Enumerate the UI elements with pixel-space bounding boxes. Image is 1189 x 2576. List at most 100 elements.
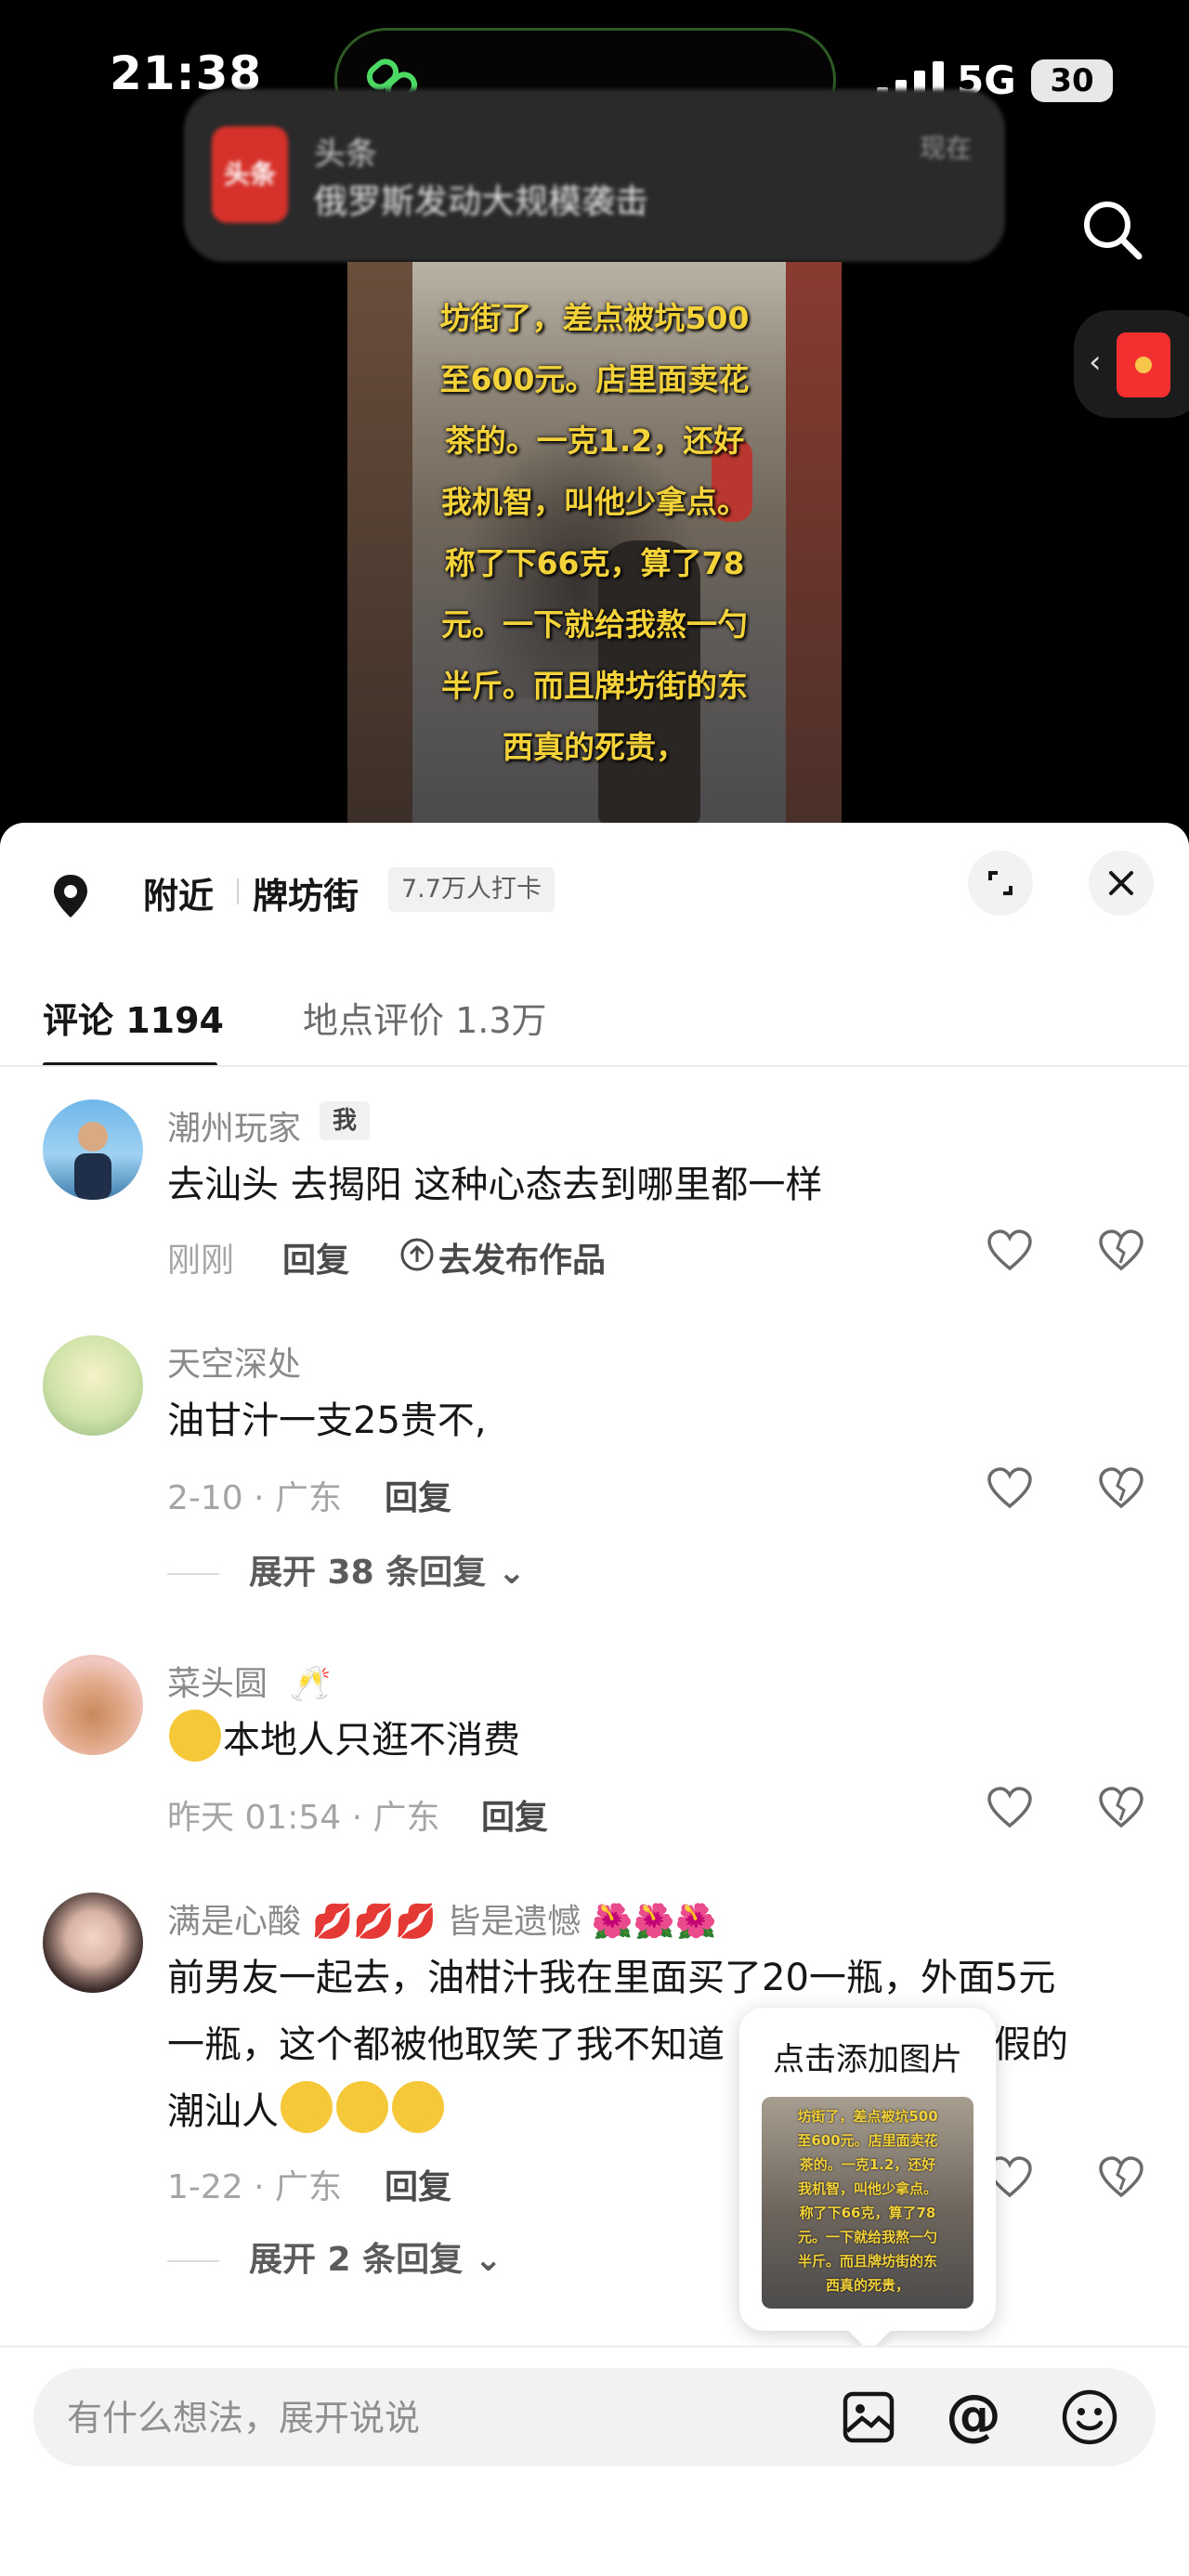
shock-emoji-icon xyxy=(169,1710,221,1762)
location-pin-icon xyxy=(54,875,87,917)
comment-username[interactable]: 天空深处 xyxy=(167,1337,301,1386)
heart-icon[interactable] xyxy=(985,1226,1035,1276)
caption-line: 茶的。一克1.2，还好 xyxy=(444,423,745,459)
tab-comments[interactable]: 评论 1194 xyxy=(43,992,224,1043)
thumbnail-caption-line: 坊街了，差点被坑500 xyxy=(797,2108,938,2125)
cheers-emoji: 🥂 xyxy=(289,1665,332,1703)
red-envelope-icon xyxy=(1117,332,1170,397)
add-image-popup[interactable]: 点击添加图片 坊街了，差点被坑500 至600元。店里面卖花 茶的。一克1.2，… xyxy=(739,2008,996,2331)
expand-button[interactable] xyxy=(968,851,1033,916)
close-button[interactable] xyxy=(1089,851,1154,916)
comment-time: 刚刚 xyxy=(167,1242,235,1280)
close-icon xyxy=(1109,871,1133,895)
avatar[interactable] xyxy=(43,1655,143,1755)
thumbnail-caption-line: 西真的死贵， xyxy=(825,2277,909,2294)
search-icon[interactable] xyxy=(1076,193,1150,267)
broken-heart-icon[interactable] xyxy=(1096,2153,1146,2203)
chevron-left-icon: ‹ xyxy=(1089,344,1102,381)
nearby-label[interactable]: 附近 xyxy=(143,867,214,918)
comment-text-line-c: 潮汕人 xyxy=(167,2090,279,2133)
comment-text[interactable]: 本地人只逛不消费 xyxy=(167,1707,1143,1774)
me-badge: 我 xyxy=(320,1101,370,1140)
divider xyxy=(0,1065,1189,1067)
notification-time: 现在 xyxy=(919,133,972,163)
caption-line: 我机智，叫他少拿点。 xyxy=(441,484,748,520)
chevron-down-icon: ⌄ xyxy=(486,1554,526,1592)
image-icon[interactable] xyxy=(840,2388,897,2446)
comment-text[interactable]: 油甘汁一支25贵不, xyxy=(167,1387,1143,1454)
notification-body: 俄罗斯发动大规模袭击 xyxy=(314,183,649,221)
checkin-badge: 7.7万人打卡 xyxy=(388,867,555,912)
comment-text-line: 前男友一起去，油柑汁我在里面买了20一瓶，外面5元 xyxy=(167,1957,1056,1999)
upload-icon[interactable] xyxy=(399,1237,435,1272)
caption-line: 西真的死贵， xyxy=(503,729,686,765)
crying-laugh-emoji-icon xyxy=(336,2081,388,2133)
comment-time-location: 昨天 01:54 · 广东 xyxy=(167,1799,440,1837)
avatar[interactable] xyxy=(43,1099,143,1200)
location-name[interactable]: 牌坊街 xyxy=(253,867,359,918)
avatar-image xyxy=(74,1122,111,1200)
divider xyxy=(167,1573,219,1575)
reply-button[interactable]: 回复 xyxy=(385,1471,451,1519)
chevron-down-icon: ⌄ xyxy=(463,2241,503,2279)
battery-icon: 30 xyxy=(1031,59,1113,102)
reply-button[interactable]: 回复 xyxy=(481,1790,548,1839)
thumbnail-caption-line: 半斤。而且牌坊街的东 xyxy=(797,2253,937,2270)
comment-input-area: @ xyxy=(0,2346,1189,2576)
comment-input[interactable] xyxy=(65,2368,812,2468)
notification-banner[interactable]: 头条 头条 俄罗斯发动大规模袭击 现在 xyxy=(184,89,1005,262)
image-thumbnail[interactable]: 坊街了，差点被坑500 至600元。店里面卖花 茶的。一克1.2，还好 我机智，… xyxy=(762,2097,973,2309)
comment-text-content: 本地人只逛不消费 xyxy=(223,1719,520,1762)
reply-button[interactable]: 回复 xyxy=(385,2160,451,2208)
caption-line: 坊街了，差点被坑500 xyxy=(439,300,750,336)
thumbnail-caption-line: 元。一下就给我熬一勺 xyxy=(797,2229,937,2245)
broken-heart-icon[interactable] xyxy=(1096,1226,1146,1276)
expand-icon xyxy=(988,871,1013,895)
comment-text-line: 一瓶，这个都被他取笑了我不知道我是假的 xyxy=(167,2011,1143,2078)
comment-text[interactable]: 去汕头 去揭阳 这种心态去到哪里都一样 xyxy=(167,1151,1143,1218)
heart-icon[interactable] xyxy=(985,1783,1035,1833)
mention-button[interactable]: @ xyxy=(946,2383,1001,2448)
thumbnail-caption: 坊街了，差点被坑500 至600元。店里面卖花 茶的。一克1.2，还好 我机智，… xyxy=(762,2104,973,2297)
broken-heart-icon[interactable] xyxy=(1096,1464,1146,1514)
app-logo: 头条 xyxy=(212,126,288,223)
comment-sheet: 附近 牌坊街 7.7万人打卡 评论 1194 地点评价 1.3万 潮州玩家 我 … xyxy=(0,823,1189,2576)
comment-username[interactable]: 潮州玩家 xyxy=(167,1101,301,1150)
comment-text[interactable]: 前男友一起去，油柑汁我在里面买了20一瓶，外面5元 一瓶，这个都被他取笑了我不知… xyxy=(167,1945,1143,2145)
expand-replies-label: 展开 2 条回复 xyxy=(249,2241,464,2279)
caption-line: 元。一下就给我熬一勺 xyxy=(441,606,748,643)
thumbnail-caption-line: 称了下66克，算了78 xyxy=(799,2205,936,2221)
crying-laugh-emoji-icon xyxy=(281,2081,333,2133)
caption-line: 半斤。而且牌坊街的东 xyxy=(441,668,748,704)
expand-replies-label: 展开 38 条回复 xyxy=(249,1554,487,1592)
comment-username[interactable]: 菜头圆 🥂 xyxy=(167,1657,331,1705)
expand-replies-button[interactable]: 展开 2 条回复 ⌄ xyxy=(167,2232,503,2281)
emoji-icon[interactable] xyxy=(1059,2387,1120,2448)
comment-text-line-a: 一瓶，这个都被他取笑了我不知道 xyxy=(167,2023,725,2066)
crying-laugh-emoji-icon xyxy=(392,2081,444,2133)
comment-username-text: 菜头圆 xyxy=(167,1665,268,1703)
caption-line: 称了下66克，算了78 xyxy=(444,545,745,581)
expand-replies-button[interactable]: 展开 38 条回复 ⌄ xyxy=(167,1545,526,1594)
avatar[interactable] xyxy=(43,1335,143,1436)
divider xyxy=(167,2260,219,2262)
broken-heart-icon[interactable] xyxy=(1096,1783,1146,1833)
comment-username[interactable]: 满是心酸 💋💋💋 皆是遗憾 🌺🌺🌺 xyxy=(167,1894,716,1943)
caption-line: 至600元。店里面卖花 xyxy=(439,361,750,397)
publish-post-link[interactable]: 去发布作品 xyxy=(438,1233,606,1281)
video-caption: 坊街了，差点被坑500 至600元。店里面卖花 茶的。一克1.2，还好 我机智，… xyxy=(347,288,842,778)
add-image-label: 点击添加图片 xyxy=(773,2041,962,2078)
red-packet-button[interactable]: ‹ xyxy=(1074,310,1189,418)
heart-icon[interactable] xyxy=(985,1464,1035,1514)
thumbnail-caption-line: 我机智，叫他少拿点。 xyxy=(797,2180,937,2197)
thumbnail-caption-line: 茶的。一克1.2，还好 xyxy=(799,2156,936,2173)
comment-time-location: 2-10 · 广东 xyxy=(167,1479,343,1517)
avatar[interactable] xyxy=(43,1893,143,1993)
video-preview[interactable]: 坊街了，差点被坑500 至600元。店里面卖花 茶的。一克1.2，还好 我机智，… xyxy=(347,262,842,825)
notification-app-name: 头条 xyxy=(314,136,377,173)
tab-place-reviews[interactable]: 地点评价 1.3万 xyxy=(303,992,547,1043)
thumbnail-caption-line: 至600元。店里面卖花 xyxy=(797,2132,938,2149)
separator xyxy=(237,878,239,904)
reply-button[interactable]: 回复 xyxy=(282,1233,349,1281)
comment-input-bar[interactable]: @ xyxy=(33,2368,1156,2468)
